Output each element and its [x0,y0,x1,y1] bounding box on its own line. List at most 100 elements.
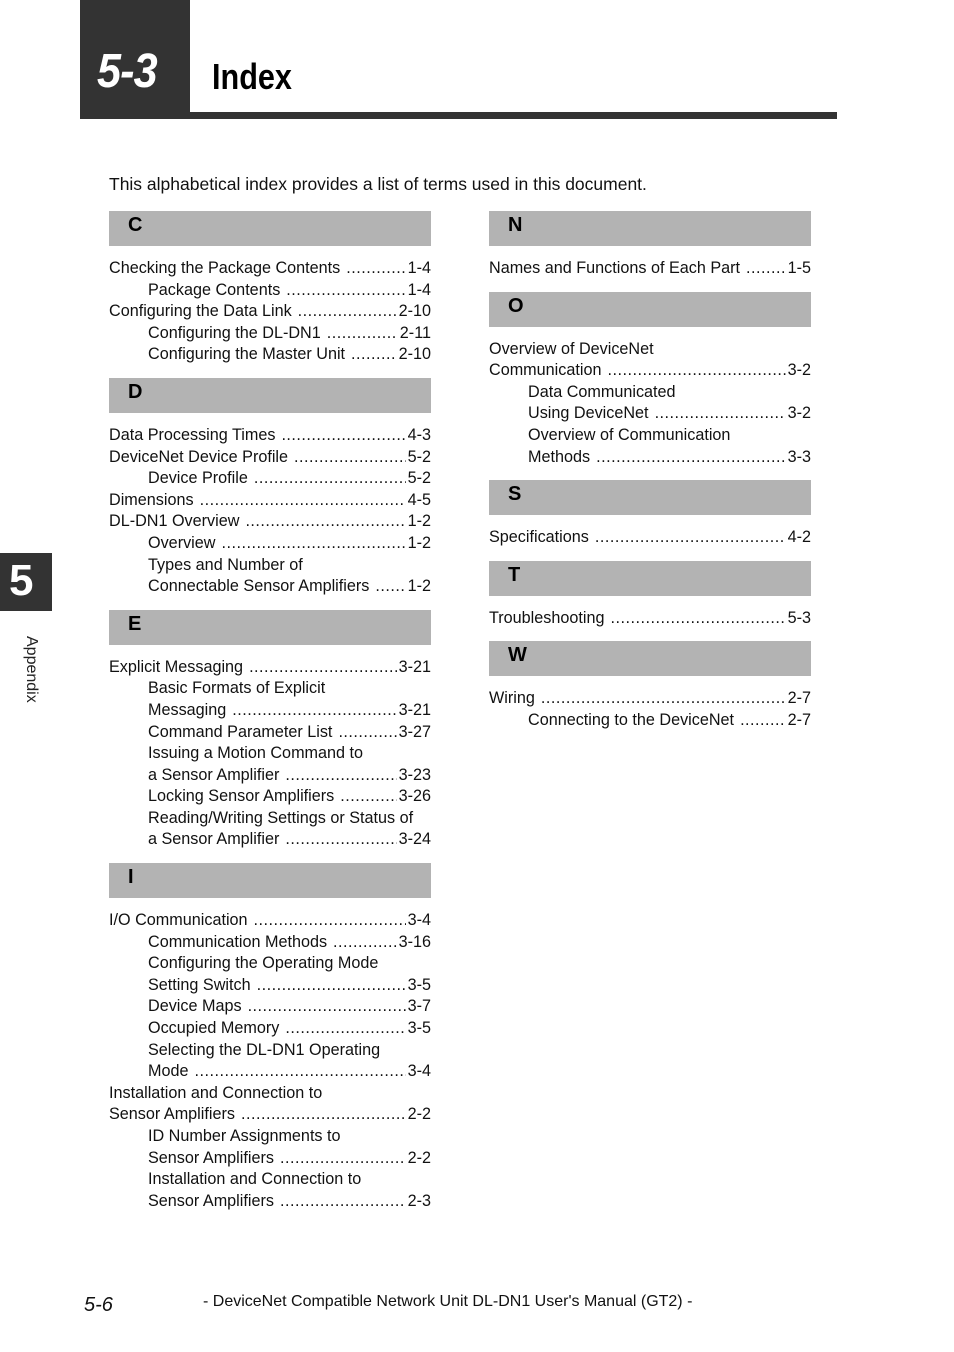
dot-leader [249,657,397,679]
index-entry: Configuring the Operating Mode [109,953,431,975]
index-entry: Communication 3-2 [489,360,811,382]
index-page-ref: 3-4 [407,1062,431,1081]
index-term: Installation and Connection to [109,1083,323,1102]
dot-leader [655,403,786,425]
index-term: Communication Methods [148,932,328,951]
index-page-ref: 1-4 [407,280,431,299]
index-term: Mode [148,1062,189,1081]
index-term: Data Processing Times [109,425,276,444]
index-entry: Names and Functions of Each Part 1-5 [489,258,811,280]
index-entry: Configuring the Master Unit 2-10 [109,344,431,366]
index-term: Messaging [148,700,227,719]
index-page-ref: 2-2 [407,1148,431,1167]
dot-leader [595,527,786,549]
dot-leader [241,1104,406,1126]
index-entry: Sensor Amplifiers 2-2 [109,1148,431,1170]
index-entry: Setting Switch 3-5 [109,975,431,997]
index-page-ref: 3-5 [407,975,431,994]
index-term: ID Number Assignments to [148,1127,341,1145]
index-entry: Specifications 4-2 [489,527,811,549]
index-term: Issuing a Motion Command to [148,744,364,763]
index-page-ref: 1-5 [787,259,811,277]
index-entry: Data Communicated [489,382,811,404]
index-term: Troubleshooting [489,608,605,627]
dot-leader [375,576,405,598]
dot-leader [346,258,405,280]
letter-heading-text: I [128,866,134,889]
letter-heading: D [109,377,431,413]
index-section-o: O Overview of DeviceNet Communication 3-2 Da… [489,291,811,469]
index-page-ref: 3-4 [407,911,431,930]
letter-heading-text: O [508,294,524,317]
intro-text: This alphabetical index provides a list … [109,174,647,194]
title-rule [80,112,837,119]
chapter-tab-label: Appendix [23,636,40,703]
dot-leader [294,447,406,469]
dot-leader [607,360,785,382]
index-term: Command Parameter List [148,722,333,741]
index-entry: Locking Sensor Amplifiers 3-26 [109,786,431,808]
index-page-ref: 3-16 [398,932,431,951]
index-term: Occupied Memory [148,1019,280,1038]
index-entry: Package Contents 1-4 [109,280,431,302]
index-term: Device Maps [148,997,242,1016]
dot-leader [327,323,398,345]
index-term: Overview of DeviceNet [489,339,654,358]
index-term: Names and Functions of Each Part [489,259,741,277]
index-entry: Configuring the Data Link 2-10 [109,301,431,323]
index-entry: Types and Number of [109,555,431,577]
index-section-n: N Names and Functions of Each Part 1-5 [489,211,811,280]
index-page-ref: 1-2 [407,577,431,596]
index-section-w: W Wiring 2-7 Connecting to the DeviceNet 2-7 [489,641,811,731]
index-entry: Checking the Package Contents 1-4 [109,258,431,280]
page-title: Index [212,56,292,97]
chapter-number: 5-3 [97,45,158,98]
index-entry: Dimensions 4-5 [109,490,431,512]
dot-leader [340,786,396,808]
index-page-ref: 2-11 [399,323,431,342]
index-page-ref: 4-2 [787,528,811,547]
index-term: Package Contents [148,280,281,299]
dot-leader [746,258,786,280]
dot-leader [351,344,397,366]
index-term: Locking Sensor Amplifiers [148,787,335,806]
index-term: Basic Formats of Explicit [148,679,326,698]
index-page-ref: 3-7 [407,997,431,1016]
index-page-ref: 3-24 [398,830,431,849]
index-entry: Sensor Amplifiers 2-2 [109,1104,431,1126]
index-page-ref: 5-2 [407,447,431,466]
index-entry: Overview 1-2 [109,533,431,555]
index-term: Checking the Package Contents [109,259,341,277]
index-entry: Messaging 3-21 [109,700,431,722]
index-term: Wiring [489,689,535,708]
index-entry: Data Processing Times 4-3 [109,425,431,447]
letter-heading-text: T [508,563,521,586]
index-term: Sensor Amplifiers [148,1148,274,1167]
index-entry: DeviceNet Device Profile 5-2 [109,447,431,469]
index-column-right: N Names and Functions of Each Part 1-5 O Ove… [489,211,811,744]
index-term: Installation and Connection to [148,1170,362,1189]
index-entry: Communication Methods 3-16 [109,932,431,954]
letter-heading: O [489,291,811,327]
dot-leader [254,910,406,932]
index-page-ref: 3-23 [398,765,431,784]
index-page-ref: 1-2 [407,512,431,531]
index-entry: Troubleshooting 5-3 [489,608,811,630]
letter-heading: C [109,211,431,246]
index-entry: Installation and Connection to [109,1169,431,1191]
index-page-ref: 1-2 [407,533,431,552]
dot-leader [245,511,405,533]
index-page-ref: 5-3 [787,608,811,627]
footer-manual-title: - DeviceNet Compatible Network Unit DL-D… [203,1293,693,1310]
index-entry: a Sensor Amplifier 3-23 [109,765,431,787]
index-term: Configuring the DL-DN1 [148,323,321,342]
index-entry: Connecting to the DeviceNet 2-7 [489,710,811,732]
dot-leader [285,829,396,851]
index-term: Methods [528,447,591,466]
index-page-ref: 4-3 [407,425,431,444]
chapter-tab-number: 5 [9,556,34,605]
index-term: Configuring the Data Link [109,302,292,321]
index-page-ref: 3-27 [398,722,431,741]
letter-heading-text: E [128,612,142,635]
index-entry: Reading/Writing Settings or Status of [109,808,431,830]
